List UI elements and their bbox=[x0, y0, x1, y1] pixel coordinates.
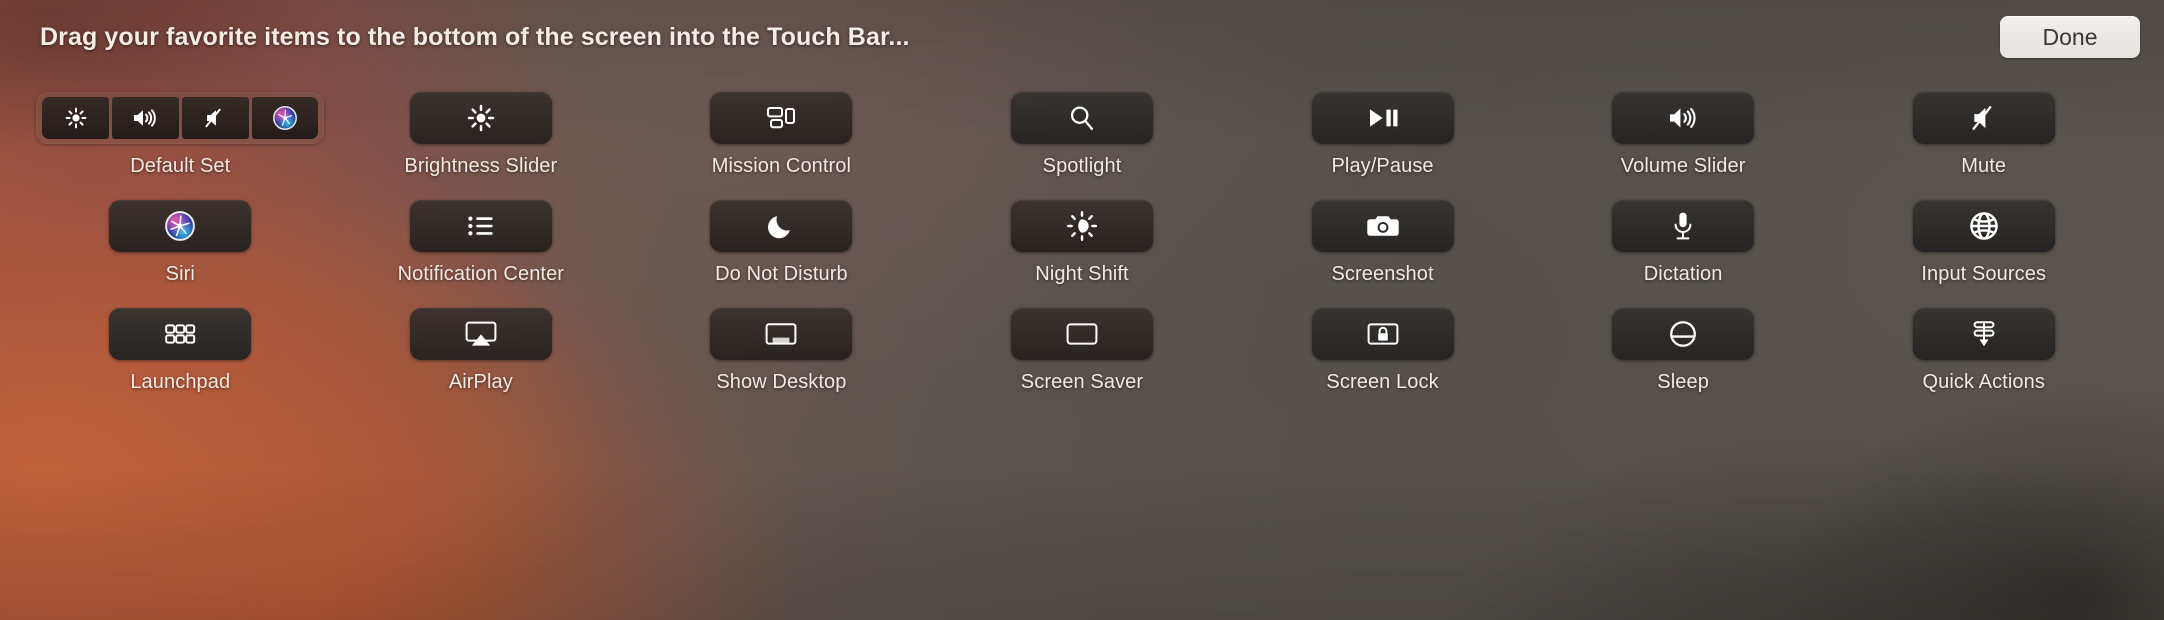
item-play-pause[interactable]: Play/Pause bbox=[1232, 92, 1533, 178]
item-label: Sleep bbox=[1657, 371, 1709, 393]
screen-lock-icon bbox=[1367, 323, 1398, 345]
camera-icon bbox=[1366, 216, 1399, 236]
item-siri[interactable]: Siri bbox=[30, 200, 331, 286]
brightness-icon bbox=[65, 107, 87, 129]
item-tile[interactable] bbox=[409, 200, 552, 252]
list-icon bbox=[468, 216, 493, 236]
item-label: Dictation bbox=[1643, 263, 1723, 285]
item-brightness-slider[interactable]: Brightness Slider bbox=[331, 92, 632, 178]
default-set-segment-volume[interactable] bbox=[112, 97, 179, 139]
items-row-3: Launchpad AirPlay Show Desktop Screen Sa… bbox=[30, 308, 2134, 394]
default-set-segment-siri[interactable] bbox=[251, 97, 319, 139]
night-shift-icon bbox=[1066, 210, 1097, 242]
item-screen-saver[interactable]: Screen Saver bbox=[932, 308, 1233, 394]
item-tile[interactable] bbox=[1311, 200, 1454, 252]
mute-icon bbox=[205, 108, 221, 128]
item-label: Screen Lock bbox=[1326, 371, 1439, 393]
item-label: Brightness Slider bbox=[404, 155, 558, 177]
item-spotlight[interactable]: Spotlight bbox=[932, 92, 1233, 178]
item-label: Input Sources bbox=[1921, 263, 2047, 285]
mute-icon bbox=[1972, 105, 1992, 130]
microphone-icon bbox=[1674, 212, 1692, 240]
item-quick-actions[interactable]: Quick Actions bbox=[1833, 308, 2134, 394]
item-input-sources[interactable]: Input Sources bbox=[1833, 200, 2134, 286]
item-tile[interactable] bbox=[409, 92, 552, 144]
item-tile[interactable] bbox=[710, 308, 853, 360]
touch-bar-items-grid: Default Set Brightness Slider Mission Co… bbox=[0, 92, 2164, 394]
item-label: Volume Slider bbox=[1620, 155, 1746, 177]
item-label: Show Desktop bbox=[716, 371, 847, 393]
item-tile[interactable] bbox=[1311, 92, 1454, 144]
grid-icon bbox=[165, 324, 196, 344]
item-label: Siri bbox=[165, 263, 195, 285]
item-tile[interactable] bbox=[1912, 308, 2055, 360]
moon-icon bbox=[768, 216, 791, 239]
mission-control-icon bbox=[767, 107, 796, 129]
item-dictation[interactable]: Dictation bbox=[1533, 200, 1834, 286]
item-tile[interactable] bbox=[1612, 200, 1755, 252]
items-row-2: Siri Notification Center Do Not Disturb … bbox=[30, 200, 2134, 286]
item-label: Do Not Disturb bbox=[715, 263, 848, 285]
item-screen-lock[interactable]: Screen Lock bbox=[1232, 308, 1533, 394]
item-tile[interactable] bbox=[710, 200, 853, 252]
show-desktop-icon bbox=[766, 323, 797, 345]
item-tile[interactable] bbox=[409, 308, 552, 360]
item-airplay[interactable]: AirPlay bbox=[331, 308, 632, 394]
item-mute[interactable]: Mute bbox=[1833, 92, 2134, 178]
item-label: Notification Center bbox=[397, 263, 565, 285]
item-tile[interactable] bbox=[1311, 308, 1454, 360]
item-label: Default Set bbox=[130, 155, 231, 177]
brightness-icon bbox=[467, 104, 495, 132]
item-volume-slider[interactable]: Volume Slider bbox=[1533, 92, 1834, 178]
item-label: Mute bbox=[1961, 155, 2007, 177]
item-label: Screen Saver bbox=[1020, 371, 1144, 393]
item-tile[interactable] bbox=[1010, 200, 1153, 252]
default-set-strip[interactable] bbox=[36, 92, 325, 144]
default-set-segment-mute[interactable] bbox=[181, 97, 249, 139]
quick-actions-icon bbox=[1973, 321, 1995, 347]
volume-icon bbox=[1670, 108, 1696, 128]
default-set-segment-brightness[interactable] bbox=[42, 97, 110, 139]
done-button[interactable]: Done bbox=[2000, 16, 2140, 58]
item-sleep[interactable]: Sleep bbox=[1533, 308, 1834, 394]
item-label: Quick Actions bbox=[1922, 371, 2045, 393]
item-do-not-disturb[interactable]: Do Not Disturb bbox=[631, 200, 932, 286]
item-night-shift[interactable]: Night Shift bbox=[932, 200, 1233, 286]
globe-icon bbox=[1969, 212, 1998, 240]
volume-icon bbox=[134, 109, 157, 127]
item-tile[interactable] bbox=[109, 308, 252, 360]
items-row-1: Default Set Brightness Slider Mission Co… bbox=[30, 92, 2134, 178]
item-tile[interactable] bbox=[1612, 92, 1755, 144]
item-tile[interactable] bbox=[109, 200, 252, 252]
play-pause-icon bbox=[1369, 109, 1398, 127]
item-default-set[interactable]: Default Set bbox=[30, 92, 331, 178]
item-tile[interactable] bbox=[1612, 308, 1755, 360]
item-label: Spotlight bbox=[1042, 155, 1122, 177]
page-title: Drag your favorite items to the bottom o… bbox=[40, 22, 910, 51]
item-tile[interactable] bbox=[1912, 92, 2055, 144]
screen-saver-icon bbox=[1066, 323, 1098, 345]
item-label: Night Shift bbox=[1035, 263, 1129, 285]
item-tile[interactable] bbox=[710, 92, 853, 144]
item-show-desktop[interactable]: Show Desktop bbox=[631, 308, 932, 394]
item-tile[interactable] bbox=[1912, 200, 2055, 252]
item-label: Mission Control bbox=[711, 155, 852, 177]
item-screenshot[interactable]: Screenshot bbox=[1232, 200, 1533, 286]
item-label: Screenshot bbox=[1331, 263, 1434, 285]
item-label: Launchpad bbox=[130, 371, 231, 393]
airplay-icon bbox=[465, 321, 497, 346]
item-launchpad[interactable]: Launchpad bbox=[30, 308, 331, 394]
item-label: AirPlay bbox=[448, 371, 513, 393]
siri-icon bbox=[165, 211, 196, 241]
sleep-icon bbox=[1670, 321, 1697, 347]
header-bar: Drag your favorite items to the bottom o… bbox=[0, 0, 2164, 74]
item-tile[interactable] bbox=[1010, 92, 1153, 144]
item-mission-control[interactable]: Mission Control bbox=[631, 92, 932, 178]
siri-icon bbox=[272, 106, 297, 130]
touch-bar-customization-overlay: Drag your favorite items to the bottom o… bbox=[0, 0, 2164, 620]
item-tile[interactable] bbox=[1010, 308, 1153, 360]
item-notification-center[interactable]: Notification Center bbox=[331, 200, 632, 286]
search-icon bbox=[1070, 106, 1094, 130]
item-label: Play/Pause bbox=[1331, 155, 1434, 177]
